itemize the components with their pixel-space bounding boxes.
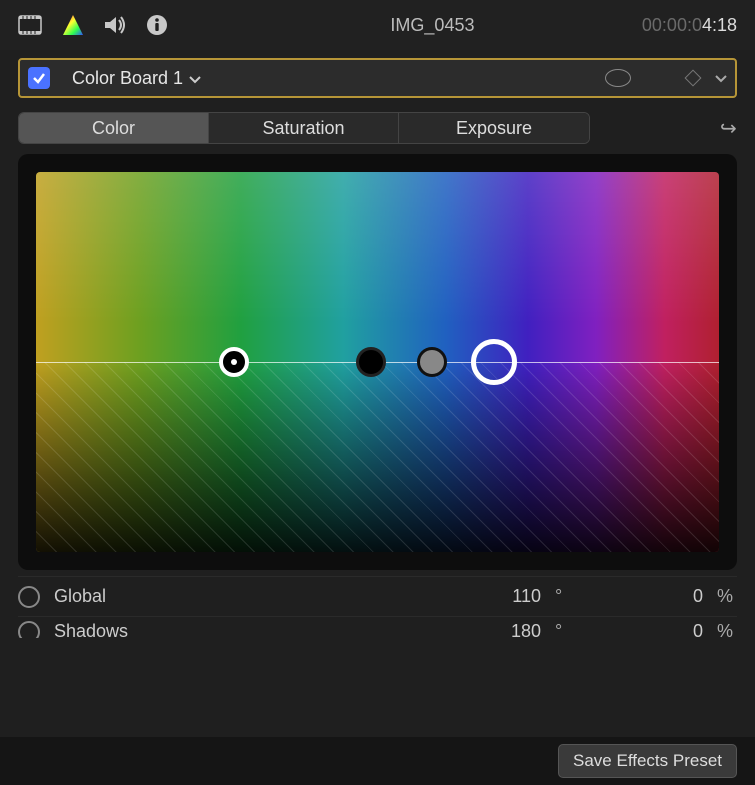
color-icon[interactable]	[62, 14, 84, 36]
keyframe-icon[interactable]	[685, 70, 702, 87]
info-icon[interactable]	[146, 14, 168, 36]
param-pct-unit: %	[717, 586, 737, 607]
param-hue-value[interactable]: 180	[481, 621, 541, 638]
color-board[interactable]	[36, 172, 719, 552]
reset-icon[interactable]: ↩	[720, 116, 737, 141]
audio-icon[interactable]	[104, 15, 126, 35]
mask-icon[interactable]	[605, 69, 631, 87]
tab-group: Color Saturation Exposure	[18, 112, 590, 144]
tab-saturation[interactable]: Saturation	[209, 113, 399, 143]
clip-title: IMG_0453	[390, 15, 474, 36]
tab-color[interactable]: Color	[19, 113, 209, 143]
radio-global[interactable]	[18, 586, 40, 608]
video-icon[interactable]	[18, 15, 42, 35]
timecode: 00:00:04:18	[642, 15, 737, 36]
param-pct-unit: %	[717, 621, 737, 638]
expand-chevron-icon[interactable]	[715, 70, 727, 86]
param-pct-value[interactable]: 0	[643, 621, 703, 638]
param-hue-value[interactable]: 110	[481, 586, 541, 607]
effect-name-dropdown[interactable]: Color Board 1	[72, 68, 201, 89]
param-name: Shadows	[54, 621, 467, 638]
param-pct-value[interactable]: 0	[643, 586, 703, 607]
puck-global[interactable]	[471, 339, 517, 385]
timecode-dim: 00:00:0	[642, 15, 702, 35]
puck-shadows[interactable]	[219, 347, 249, 377]
param-hue-unit: °	[555, 621, 575, 638]
puck-midtones[interactable]	[356, 347, 386, 377]
color-board-panel	[18, 154, 737, 570]
param-row-global[interactable]: Global 110 ° 0 %	[18, 576, 737, 616]
tabs-row: Color Saturation Exposure ↩	[0, 108, 755, 154]
param-rows: Global 110 ° 0 % Shadows 180 ° 0 %	[18, 576, 737, 638]
param-name: Global	[54, 586, 467, 607]
radio-shadows[interactable]	[18, 621, 40, 638]
bottom-bar: Save Effects Preset	[0, 737, 755, 785]
puck-highlights[interactable]	[417, 347, 447, 377]
effect-enable-checkbox[interactable]	[28, 67, 50, 89]
timecode-bright: 4:18	[702, 15, 737, 35]
tab-exposure[interactable]: Exposure	[399, 113, 589, 143]
color-board-hatch	[36, 362, 719, 552]
save-effects-preset-button[interactable]: Save Effects Preset	[558, 744, 737, 778]
chevron-down-icon	[189, 68, 201, 89]
param-row-shadows[interactable]: Shadows 180 ° 0 %	[18, 616, 737, 638]
inspector-toolbar: IMG_0453 00:00:04:18	[0, 0, 755, 50]
effect-name-label: Color Board 1	[72, 68, 183, 89]
effect-header[interactable]: Color Board 1	[18, 58, 737, 98]
param-hue-unit: °	[555, 586, 575, 607]
